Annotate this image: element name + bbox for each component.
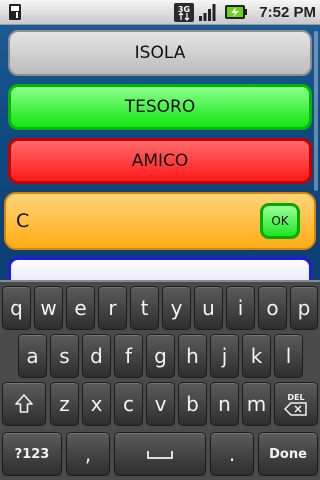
key-g[interactable]: g [146, 334, 175, 378]
key-j[interactable]: j [210, 334, 239, 378]
key-u[interactable]: u [194, 286, 223, 330]
signal-strength-icon [199, 4, 216, 21]
key-k[interactable]: k [242, 334, 271, 378]
answer-input[interactable] [16, 204, 256, 238]
word-button-isola[interactable]: ISOLA [8, 30, 312, 76]
key-f[interactable]: f [114, 334, 143, 378]
key-l[interactable]: l [274, 334, 303, 378]
clock-time: 7:52 PM [259, 4, 316, 21]
game-area: ISOLA TESORO AMICO OK [0, 25, 320, 280]
network-type-label: 3G [178, 5, 190, 14]
key-w[interactable]: w [34, 286, 63, 330]
key-r[interactable]: r [98, 286, 127, 330]
key-t[interactable]: t [130, 286, 159, 330]
space-icon [147, 451, 173, 459]
key-m[interactable]: m [242, 382, 271, 426]
word-button-tesoro[interactable]: TESORO [8, 84, 312, 130]
word-button-amico[interactable]: AMICO [8, 138, 312, 184]
key-x[interactable]: x [82, 382, 111, 426]
backspace-icon [284, 401, 307, 416]
key-q[interactable]: q [2, 286, 31, 330]
key-b[interactable]: b [178, 382, 207, 426]
key-n[interactable]: n [210, 382, 239, 426]
delete-key[interactable]: DEL [274, 382, 318, 426]
key-o[interactable]: o [258, 286, 287, 330]
word-button-partial[interactable] [8, 257, 312, 280]
key-p[interactable]: p [290, 286, 318, 330]
key-e[interactable]: e [66, 286, 95, 330]
key-z[interactable]: z [50, 382, 79, 426]
key-s[interactable]: s [50, 334, 79, 378]
3g-signal-icon: 3G [174, 3, 194, 22]
delete-label: DEL [287, 392, 305, 402]
scrollbar[interactable] [314, 31, 318, 191]
key-i[interactable]: i [226, 286, 255, 330]
answer-bar: OK [4, 192, 316, 250]
key-y[interactable]: y [162, 286, 191, 330]
done-key[interactable]: Done [258, 432, 318, 476]
space-key[interactable] [114, 432, 206, 476]
key-a[interactable]: a [18, 334, 47, 378]
key-v[interactable]: v [146, 382, 175, 426]
period-key[interactable]: . [210, 432, 254, 476]
notification-sd-icon [9, 4, 21, 20]
key-h[interactable]: h [178, 334, 207, 378]
soft-keyboard: q w e r t y u i o p a s d f g h j k l z … [0, 280, 320, 480]
battery-charging-icon [225, 5, 247, 19]
symbols-key[interactable]: ?123 [2, 432, 62, 476]
status-bar: 3G 7:52 PM [0, 0, 320, 25]
ok-button[interactable]: OK [260, 203, 300, 239]
shift-key[interactable] [2, 382, 46, 426]
key-d[interactable]: d [82, 334, 111, 378]
shift-icon [15, 394, 33, 413]
comma-key[interactable]: , [66, 432, 110, 476]
key-c[interactable]: c [114, 382, 143, 426]
